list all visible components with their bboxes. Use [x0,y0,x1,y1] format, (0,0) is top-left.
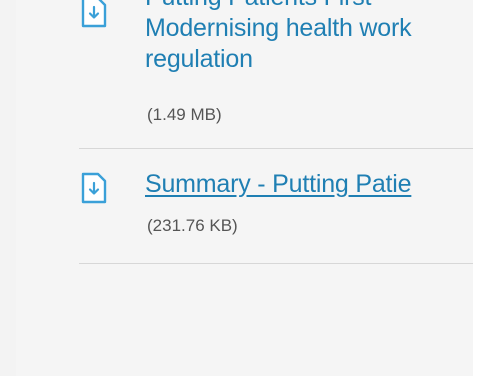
divider [79,148,473,149]
download-document-icon[interactable] [81,172,107,204]
attachment-file-size: (1.49 MB) [147,105,222,124]
attachment-file-size: (231.76 KB) [147,216,238,235]
divider [79,263,473,264]
attachment-title-link[interactable]: Putting Patients First - Modernising hea… [145,0,412,75]
attachment-title-link[interactable]: Summary - Putting Patie [145,169,412,200]
page-edge [473,0,487,376]
download-document-icon[interactable] [81,0,107,28]
